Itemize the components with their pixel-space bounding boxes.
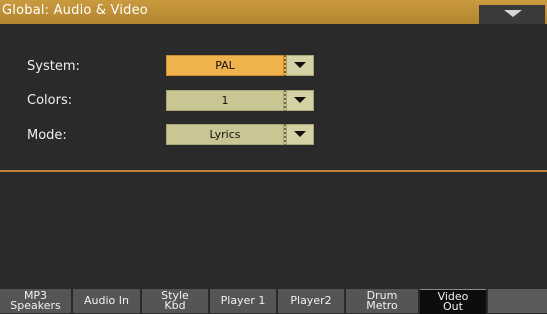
page-title: Global: Audio & Video <box>2 3 148 18</box>
tab-label: Player 1 <box>220 294 266 307</box>
system-dropdown-arrow[interactable] <box>286 55 314 76</box>
chevron-down-icon <box>294 62 306 68</box>
colors-dropdown-arrow[interactable] <box>286 90 314 111</box>
colors-dropdown[interactable]: 1 <box>166 90 314 111</box>
tab-video-out[interactable]: Video Out <box>420 289 486 314</box>
mode-dropdown[interactable]: Lyrics <box>166 124 314 145</box>
tab-mp3-speakers[interactable]: MP3 Speakers <box>0 289 71 313</box>
mode-value[interactable]: Lyrics <box>166 124 284 145</box>
tab-bar: MP3 Speakers Audio In Style Kbd Player 1… <box>0 289 547 314</box>
chevron-down-icon <box>294 131 306 137</box>
tab-label: Out <box>443 300 463 313</box>
tab-label: Player2 <box>290 294 332 307</box>
settings-panel: System: PAL Colors: 1 Mode: Lyrics <box>0 24 547 174</box>
empty-panel <box>0 172 547 289</box>
triangle-down-icon <box>504 10 522 17</box>
system-dropdown[interactable]: PAL <box>166 55 314 76</box>
tab-player-2[interactable]: Player2 <box>278 289 344 313</box>
title-bar: Global: Audio & Video <box>0 0 547 24</box>
tab-empty <box>488 289 547 313</box>
tab-label: Audio In <box>84 294 129 307</box>
colors-value[interactable]: 1 <box>166 90 284 111</box>
tab-label: Metro <box>366 299 398 312</box>
system-value[interactable]: PAL <box>166 55 284 76</box>
tab-audio-in[interactable]: Audio In <box>73 289 140 313</box>
colors-label: Colors: <box>27 93 73 108</box>
tab-label: Kbd <box>164 299 186 312</box>
tab-player-1[interactable]: Player 1 <box>210 289 276 313</box>
tab-drum-metro[interactable]: Drum Metro <box>346 289 418 313</box>
page-menu-button[interactable] <box>479 5 545 24</box>
chevron-down-icon <box>294 97 306 103</box>
system-label: System: <box>27 59 80 74</box>
tab-style-kbd[interactable]: Style Kbd <box>142 289 208 313</box>
mode-dropdown-arrow[interactable] <box>286 124 314 145</box>
tab-label: Speakers <box>10 299 61 312</box>
mode-label: Mode: <box>27 128 67 143</box>
